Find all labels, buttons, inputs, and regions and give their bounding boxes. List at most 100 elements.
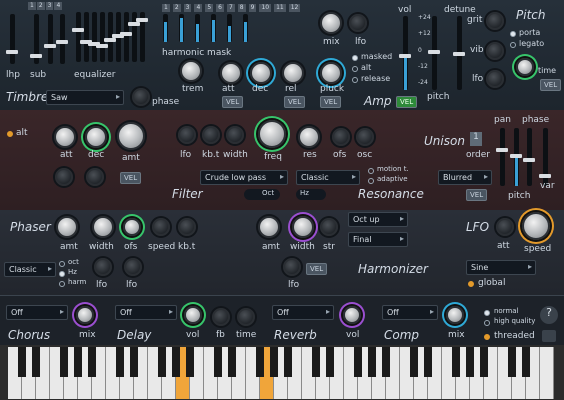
amp-att-knob[interactable] — [220, 62, 242, 84]
harm-width-knob[interactable] — [292, 216, 314, 238]
legato-radio[interactable] — [510, 42, 516, 48]
eq-band-9[interactable] — [136, 12, 148, 62]
black-key[interactable] — [60, 347, 68, 377]
eq-band-3[interactable] — [88, 12, 100, 62]
motion-radio[interactable] — [368, 168, 374, 174]
phaser-harm-radio[interactable] — [59, 281, 65, 287]
phaser-hz-radio[interactable] — [59, 271, 65, 277]
amp-vel-button[interactable]: VEL — [222, 96, 244, 108]
black-key[interactable] — [452, 347, 460, 377]
harm-tab-10[interactable]: 10 — [259, 4, 272, 12]
trem-knob[interactable] — [180, 60, 202, 82]
black-key[interactable] — [410, 347, 418, 377]
eq-band-1[interactable] — [72, 12, 84, 62]
filter-att-knob[interactable] — [54, 126, 76, 148]
harm-slider[interactable] — [179, 14, 184, 42]
reverb-vol-knob[interactable] — [343, 306, 361, 324]
harm-lfo-knob[interactable] — [283, 258, 301, 276]
pitch-slider[interactable] — [428, 16, 440, 90]
black-key[interactable] — [382, 347, 390, 377]
harm-slider[interactable] — [211, 14, 216, 42]
black-key[interactable] — [130, 347, 138, 377]
black-key[interactable] — [256, 347, 264, 377]
release-radio[interactable] — [352, 77, 358, 83]
filter-lfo-knob[interactable] — [178, 126, 196, 144]
phaser-oct-radio[interactable] — [59, 261, 65, 267]
lfo-att-knob[interactable] — [496, 218, 514, 236]
harm-slider[interactable] — [243, 14, 248, 42]
harm-slider[interactable] — [163, 14, 168, 42]
black-key[interactable] — [172, 347, 180, 377]
harm-tab-4[interactable]: 4 — [194, 4, 203, 12]
time-vel-button[interactable]: VEL — [540, 79, 562, 91]
amp-vel-toggle[interactable]: VEL — [396, 96, 418, 108]
normal-radio[interactable] — [484, 310, 490, 316]
unison-vel-button[interactable]: VEL — [466, 189, 488, 201]
amp-dec-knob[interactable] — [250, 62, 272, 84]
tab-4[interactable]: 4 — [54, 2, 63, 10]
global-led[interactable] — [468, 281, 474, 287]
black-key[interactable] — [270, 347, 278, 377]
filter-res-knob[interactable] — [298, 126, 320, 148]
porta-radio[interactable] — [510, 31, 516, 37]
black-key[interactable] — [116, 347, 124, 377]
harm-amt-knob[interactable] — [258, 216, 280, 238]
black-key[interactable] — [88, 347, 96, 377]
hz-toggle[interactable]: Hz — [296, 189, 326, 200]
timbre-dropdown[interactable]: Saw — [46, 90, 124, 105]
harm-dropdown-2[interactable]: Final — [348, 232, 408, 247]
mix-knob[interactable] — [320, 12, 342, 34]
amp-rel-knob[interactable] — [282, 62, 304, 84]
black-key[interactable] — [466, 347, 474, 377]
delay-dropdown[interactable]: Off — [115, 305, 177, 320]
phaser-lfo-knob-1[interactable] — [94, 258, 112, 276]
chorus-mix-knob[interactable] — [76, 306, 94, 324]
black-key[interactable] — [480, 347, 488, 377]
phaser-amt-knob[interactable] — [56, 216, 78, 238]
rel-vel-button[interactable]: VEL — [284, 96, 306, 108]
harm-tab-9[interactable]: 9 — [248, 4, 257, 12]
phaser-ofs-knob[interactable] — [123, 218, 141, 236]
var-slider[interactable] — [539, 128, 551, 186]
filter-freq-knob[interactable] — [258, 120, 286, 148]
harm-tab-2[interactable]: 2 — [172, 4, 181, 12]
black-key[interactable] — [186, 347, 194, 377]
adaptive-radio[interactable] — [368, 178, 374, 184]
pluck-knob[interactable] — [320, 62, 342, 84]
harm-tab-8[interactable]: 8 — [237, 4, 246, 12]
comp-mix-knob[interactable] — [446, 306, 464, 324]
phaser-kbt-knob[interactable] — [178, 218, 196, 236]
pan-slider[interactable] — [496, 128, 508, 186]
phase-unison-slider[interactable] — [523, 128, 535, 186]
eq-band-2[interactable] — [80, 12, 92, 62]
unison-mode-dropdown[interactable]: Blurred — [438, 170, 492, 185]
tab-2[interactable]: 2 — [36, 2, 45, 10]
oct-toggle[interactable]: Oct — [244, 189, 280, 200]
harm-tab-6[interactable]: 6 — [216, 4, 224, 12]
comp-dropdown[interactable]: Off — [382, 305, 438, 320]
pitch-lfo-knob[interactable] — [486, 70, 504, 88]
black-key[interactable] — [74, 347, 82, 377]
eq-band-6[interactable] — [112, 12, 124, 62]
alt-radio[interactable] — [352, 66, 358, 72]
filter-width-knob[interactable] — [226, 126, 244, 144]
vol-slider[interactable] — [399, 16, 411, 90]
harm-tab-5[interactable]: 5 — [205, 4, 214, 12]
grit-knob[interactable] — [486, 12, 504, 30]
filter-env-knob-1[interactable] — [55, 168, 73, 186]
harm-tab-7[interactable]: 7 — [226, 4, 235, 12]
sub2-slider[interactable] — [44, 14, 56, 64]
filter-dec-knob[interactable] — [85, 126, 107, 148]
harm-slider[interactable] — [195, 14, 200, 42]
black-key[interactable] — [228, 347, 236, 377]
black-key[interactable] — [214, 347, 222, 377]
phaser-lfo-knob-2[interactable] — [124, 258, 142, 276]
phaser-width-knob[interactable] — [92, 216, 114, 238]
filter-env-knob-2[interactable] — [86, 168, 104, 186]
filter-kbt-knob[interactable] — [202, 126, 220, 144]
keyboard-toggle-icon[interactable] — [542, 330, 556, 342]
lfo-speed-knob[interactable] — [522, 212, 550, 240]
unison-count[interactable]: 1 — [470, 132, 482, 146]
filter-type-dropdown[interactable]: Crude low pass — [200, 170, 288, 185]
threaded-led[interactable] — [484, 334, 490, 340]
